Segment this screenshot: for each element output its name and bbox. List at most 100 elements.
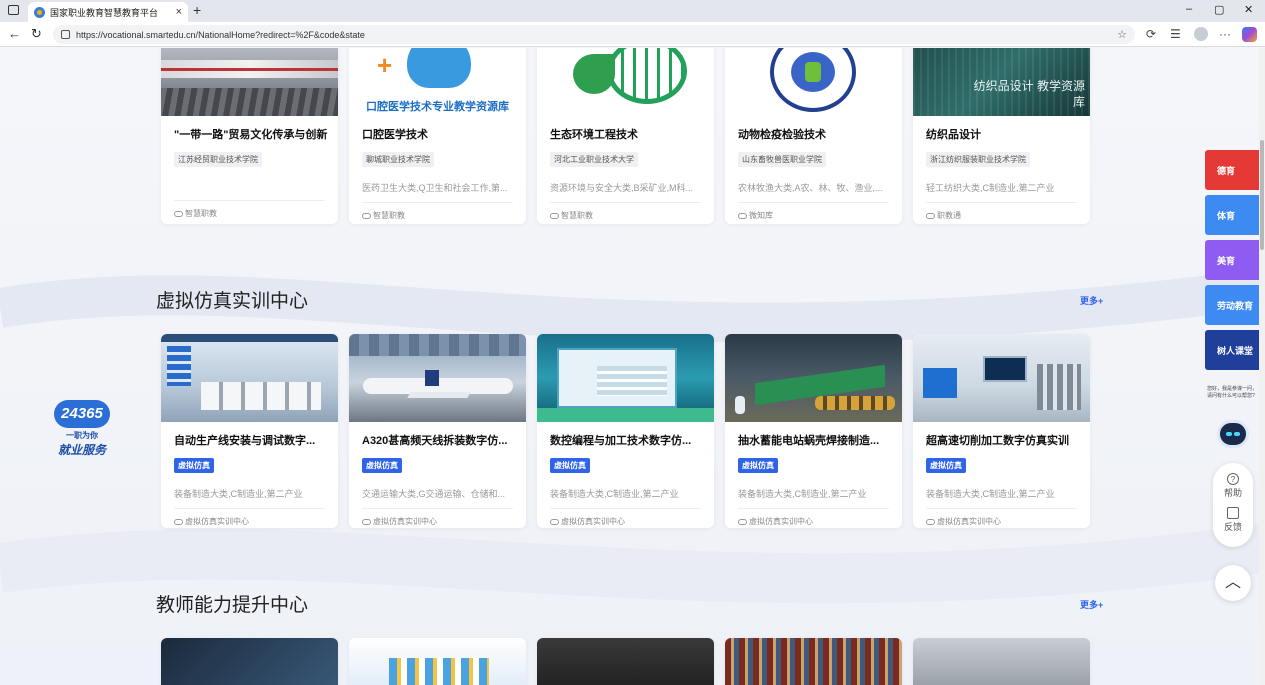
help-feedback-panel: ? 帮助 反馈 — [1213, 463, 1253, 547]
more-link-virtual[interactable]: 更多+ — [1080, 294, 1103, 307]
cloud-icon — [174, 518, 183, 525]
card-title: 动物检疫检验技术 — [738, 129, 826, 141]
employment-service-logo[interactable]: 24365 一职为你 就业服务 — [52, 400, 112, 457]
resource-card[interactable]: + 口腔医学技术专业教学资源库 口腔医学技术 聊城职业技术学院 医药卫生大类,Q… — [349, 48, 526, 224]
card-category: 农林牧渔大类,A农、林、牧、渔业,... — [738, 183, 883, 193]
card-title: 生态环境工程技术 — [550, 129, 638, 141]
extensions-icon[interactable]: ⟳ — [1146, 27, 1156, 41]
teacher-card[interactable] — [161, 638, 338, 685]
browser-tab[interactable]: 国家职业教育智慧教育平台 × — [28, 2, 188, 22]
card-category: 医药卫生大类,Q卫生和社会工作,第... — [362, 183, 508, 193]
copilot-icon[interactable] — [1242, 27, 1257, 42]
card-thumbnail — [913, 334, 1090, 422]
card-title: "一带一路"贸易文化传承与创新 — [174, 129, 328, 141]
feedback-icon — [1227, 507, 1239, 519]
simulation-card[interactable]: A320甚高频天线拆装数字仿... 虚拟仿真 交通运输大类,G交通运输、仓储和.… — [349, 334, 526, 528]
card-source: 虚拟仿真实训中心 — [550, 516, 714, 527]
address-bar: ← ↻ https://vocational.smartedu.cn/Natio… — [0, 22, 1265, 47]
close-window-button[interactable]: ✕ — [1244, 3, 1253, 16]
virtual-badge: 虚拟仿真 — [926, 458, 966, 473]
url-text: https://vocational.smartedu.cn/NationalH… — [76, 29, 365, 40]
reload-button[interactable]: ↻ — [31, 26, 42, 42]
tab-actions-icon[interactable] — [8, 5, 19, 15]
resource-card[interactable]: 动物检疫检验技术 山东畜牧兽医职业学院 农林牧渔大类,A农、林、牧、渔业,...… — [725, 48, 902, 224]
card-category: 资源环境与安全大类,B采矿业,M科... — [550, 183, 694, 193]
favorites-icon[interactable]: ☰ — [1170, 27, 1181, 41]
url-field[interactable]: https://vocational.smartedu.cn/NationalH… — [53, 25, 1135, 44]
assistant-robot-icon[interactable] — [1217, 420, 1249, 448]
card-category: 装备制造大类,C制造业,第二产业 — [550, 489, 679, 499]
card-category: 装备制造大类,C制造业,第二产业 — [738, 489, 867, 499]
back-to-top-button[interactable]: ︿ — [1215, 565, 1251, 601]
card-source: 虚拟仿真实训中心 — [174, 516, 338, 527]
card-school: 聊城职业技术学院 — [362, 152, 434, 167]
tab-close-icon[interactable]: × — [176, 6, 182, 18]
more-link-teacher[interactable]: 更多+ — [1080, 598, 1103, 611]
maximize-button[interactable]: ▢ — [1214, 3, 1224, 16]
back-button[interactable]: ← — [8, 26, 21, 41]
card-category: 交通运输大类,G交通运输、仓储和... — [362, 489, 506, 499]
card-thumbnail — [349, 334, 526, 422]
card-title: A320甚高频天线拆装数字仿... — [362, 435, 508, 447]
side-nav-classroom[interactable]: 树人课堂 — [1205, 330, 1259, 370]
browser-tab-bar: 国家职业教育智慧教育平台 × + – ▢ ✕ — [0, 0, 1265, 22]
card-category: 装备制造大类,C制造业,第二产业 — [926, 489, 1055, 499]
new-tab-button[interactable]: + — [193, 2, 201, 18]
card-source: 微知库 — [738, 210, 902, 221]
cloud-icon — [926, 518, 935, 525]
virtual-badge: 虚拟仿真 — [362, 458, 402, 473]
card-source: 职教通 — [926, 210, 1090, 221]
help-button[interactable]: ? 帮助 — [1213, 473, 1253, 499]
tab-title: 国家职业教育智慧教育平台 — [50, 7, 159, 18]
card-thumbnail — [537, 334, 714, 422]
card-category: 轻工纺织大类,C制造业,第二产业 — [926, 183, 1055, 193]
help-icon: ? — [1227, 473, 1239, 485]
simulation-card[interactable]: 超高速切削加工数字仿真实训 虚拟仿真 装备制造大类,C制造业,第二产业 虚拟仿真… — [913, 334, 1090, 528]
cloud-icon — [926, 212, 935, 219]
card-school: 江苏经贸职业技术学院 — [174, 152, 262, 167]
resource-card[interactable]: 生态环境工程技术 河北工业职业技术大学 资源环境与安全大类,B采矿业,M科...… — [537, 48, 714, 224]
card-thumbnail — [725, 48, 902, 116]
teacher-card[interactable] — [349, 638, 526, 685]
card-title: 数控编程与加工技术数字仿... — [550, 435, 692, 447]
cloud-icon — [738, 212, 747, 219]
card-thumbnail: + 口腔医学技术专业教学资源库 — [349, 48, 526, 116]
card-title: 纺织品设计 — [926, 129, 981, 141]
cloud-icon — [550, 212, 559, 219]
site-info-icon[interactable] — [61, 30, 70, 39]
card-school: 山东畜牧兽医职业学院 — [738, 152, 826, 167]
side-nav-arts[interactable]: 美育 — [1205, 240, 1259, 280]
simulation-card[interactable]: 自动生产线安装与调试数字... 虚拟仿真 装备制造大类,C制造业,第二产业 虚拟… — [161, 334, 338, 528]
card-source: 智慧职教 — [550, 210, 714, 221]
teacher-card[interactable] — [537, 638, 714, 685]
section-title-teacher: 教师能力提升中心 — [156, 595, 309, 616]
card-title: 自动生产线安装与调试数字... — [174, 435, 316, 447]
minimize-button[interactable]: – — [1186, 3, 1192, 15]
resource-card[interactable]: "一带一路"贸易文化传承与创新 江苏经贸职业技术学院 智慧职教 — [161, 48, 338, 224]
settings-more-icon[interactable]: ··· — [1219, 27, 1231, 41]
assistant-tip: 您好，我是参谋一问，请问有什么可以帮您? — [1207, 386, 1258, 399]
cloud-icon — [550, 518, 559, 525]
card-source: 虚拟仿真实训中心 — [738, 516, 902, 527]
simulation-card[interactable]: 数控编程与加工技术数字仿... 虚拟仿真 装备制造大类,C制造业,第二产业 虚拟… — [537, 334, 714, 528]
favorite-star-icon[interactable]: ☆ — [1117, 28, 1127, 41]
teacher-card[interactable] — [913, 638, 1090, 685]
side-nav-moral[interactable]: 德育 — [1205, 150, 1259, 190]
teacher-card[interactable] — [725, 638, 902, 685]
side-nav-sports[interactable]: 体育 — [1205, 195, 1259, 235]
card-category — [174, 181, 326, 192]
card-thumbnail — [161, 48, 338, 116]
resource-card[interactable]: 纺织品设计 教学资源库 纺织品设计 浙江纺织服装职业技术学院 轻工纺织大类,C制… — [913, 48, 1090, 224]
virtual-badge: 虚拟仿真 — [174, 458, 214, 473]
feedback-button[interactable]: 反馈 — [1213, 507, 1253, 533]
page-content: "一带一路"贸易文化传承与创新 江苏经贸职业技术学院 智慧职教 + 口腔医学技术… — [0, 48, 1265, 685]
card-title: 超高速切削加工数字仿真实训 — [926, 435, 1069, 447]
simulation-card[interactable]: 抽水蓄能电站蜗壳焊接制造... 虚拟仿真 装备制造大类,C制造业,第二产业 虚拟… — [725, 334, 902, 528]
site-favicon-icon — [34, 6, 45, 18]
cloud-icon — [362, 212, 371, 219]
side-nav-labor[interactable]: 劳动教育 — [1205, 285, 1259, 325]
card-title: 抽水蓄能电站蜗壳焊接制造... — [738, 435, 880, 447]
profile-avatar[interactable] — [1194, 27, 1208, 41]
plus-icon: + — [377, 50, 393, 80]
scrollbar-thumb[interactable] — [1260, 140, 1264, 250]
